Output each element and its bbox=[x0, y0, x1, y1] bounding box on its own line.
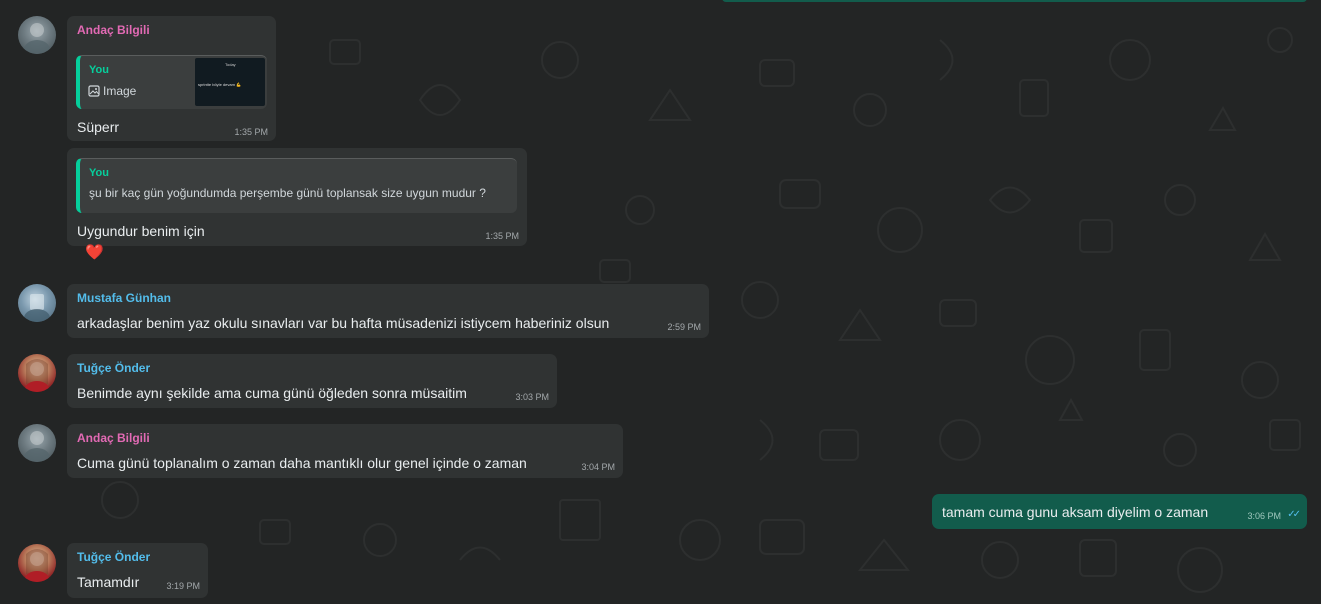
message-text: Tamamdır bbox=[77, 574, 140, 590]
avatar-tugce[interactable] bbox=[18, 354, 56, 392]
message-text: Cuma günü toplanalım o zaman daha mantık… bbox=[77, 455, 527, 471]
outgoing-message-bubble[interactable]: tamam cuma gunu aksam diyelim o zaman 3:… bbox=[932, 494, 1307, 529]
message-text: arkadaşlar benim yaz okulu sınavları var… bbox=[77, 315, 610, 331]
message-time: 3:19 PM bbox=[166, 581, 200, 591]
chat-window: Andaç Bilgili You Image Today sprintte b… bbox=[0, 0, 1321, 604]
thumbnail-date: Today bbox=[225, 62, 236, 67]
sender-name[interactable]: Andaç Bilgili bbox=[77, 431, 150, 445]
quoted-author: You bbox=[89, 64, 109, 76]
sender-name[interactable]: Tuğçe Önder bbox=[77, 550, 150, 564]
message-time: 1:35 PM bbox=[234, 127, 268, 137]
avatar-andac[interactable] bbox=[18, 16, 56, 54]
message-text: Uygundur benim için bbox=[77, 223, 205, 239]
message-bubble[interactable]: Mustafa Günhan arkadaşlar benim yaz okul… bbox=[67, 284, 709, 338]
avatar-tugce[interactable] bbox=[18, 544, 56, 582]
avatar-mustafa[interactable] bbox=[18, 284, 56, 322]
sender-name[interactable]: Andaç Bilgili bbox=[77, 23, 150, 37]
message-time: 3:03 PM bbox=[515, 392, 549, 402]
previous-outgoing-bubble-edge bbox=[722, 0, 1307, 2]
read-receipt-double-check-icon: ✓✓ bbox=[1287, 509, 1301, 520]
message-time: 3:04 PM bbox=[581, 462, 615, 472]
quoted-message[interactable]: You şu bir kaç gün yoğundumda perşembe g… bbox=[76, 158, 517, 213]
sender-name[interactable]: Mustafa Günhan bbox=[77, 291, 171, 305]
message-bubble[interactable]: Andaç Bilgili You Image Today sprintte b… bbox=[67, 16, 276, 141]
message-text: Süperr bbox=[77, 119, 120, 135]
message-bubble[interactable]: Andaç Bilgili Cuma günü toplanalım o zam… bbox=[67, 424, 623, 478]
message-text: Benimde aynı şekilde ama cuma günü öğled… bbox=[77, 385, 467, 401]
image-icon bbox=[88, 85, 100, 97]
heart-reaction[interactable]: ❤️ bbox=[85, 243, 104, 261]
message-bubble[interactable]: You şu bir kaç gün yoğundumda perşembe g… bbox=[67, 148, 527, 246]
avatar-andac[interactable] bbox=[18, 424, 56, 462]
message-time: 3:06 PM bbox=[1247, 511, 1281, 521]
message-time: 1:35 PM bbox=[485, 231, 519, 241]
message-bubble[interactable]: Tuğçe Önder Benimde aynı şekilde ama cum… bbox=[67, 354, 557, 408]
sender-name[interactable]: Tuğçe Önder bbox=[77, 361, 150, 375]
message-bubble[interactable]: Tuğçe Önder Tamamdır 3:19 PM bbox=[67, 543, 208, 598]
image-thumbnail[interactable]: Today sprintte böyle devam 💪 bbox=[195, 58, 265, 106]
message-text: tamam cuma gunu aksam diyelim o zaman bbox=[942, 504, 1209, 520]
message-time: 2:59 PM bbox=[667, 322, 701, 332]
quoted-author: You bbox=[89, 167, 109, 179]
quoted-image-label: Image bbox=[88, 84, 136, 98]
quoted-text: şu bir kaç gün yoğundumda perşembe günü … bbox=[89, 186, 486, 200]
thumbnail-text: sprintte böyle devam 💪 bbox=[198, 82, 241, 87]
quoted-message[interactable]: You Image Today sprintte böyle devam 💪 bbox=[76, 55, 267, 109]
